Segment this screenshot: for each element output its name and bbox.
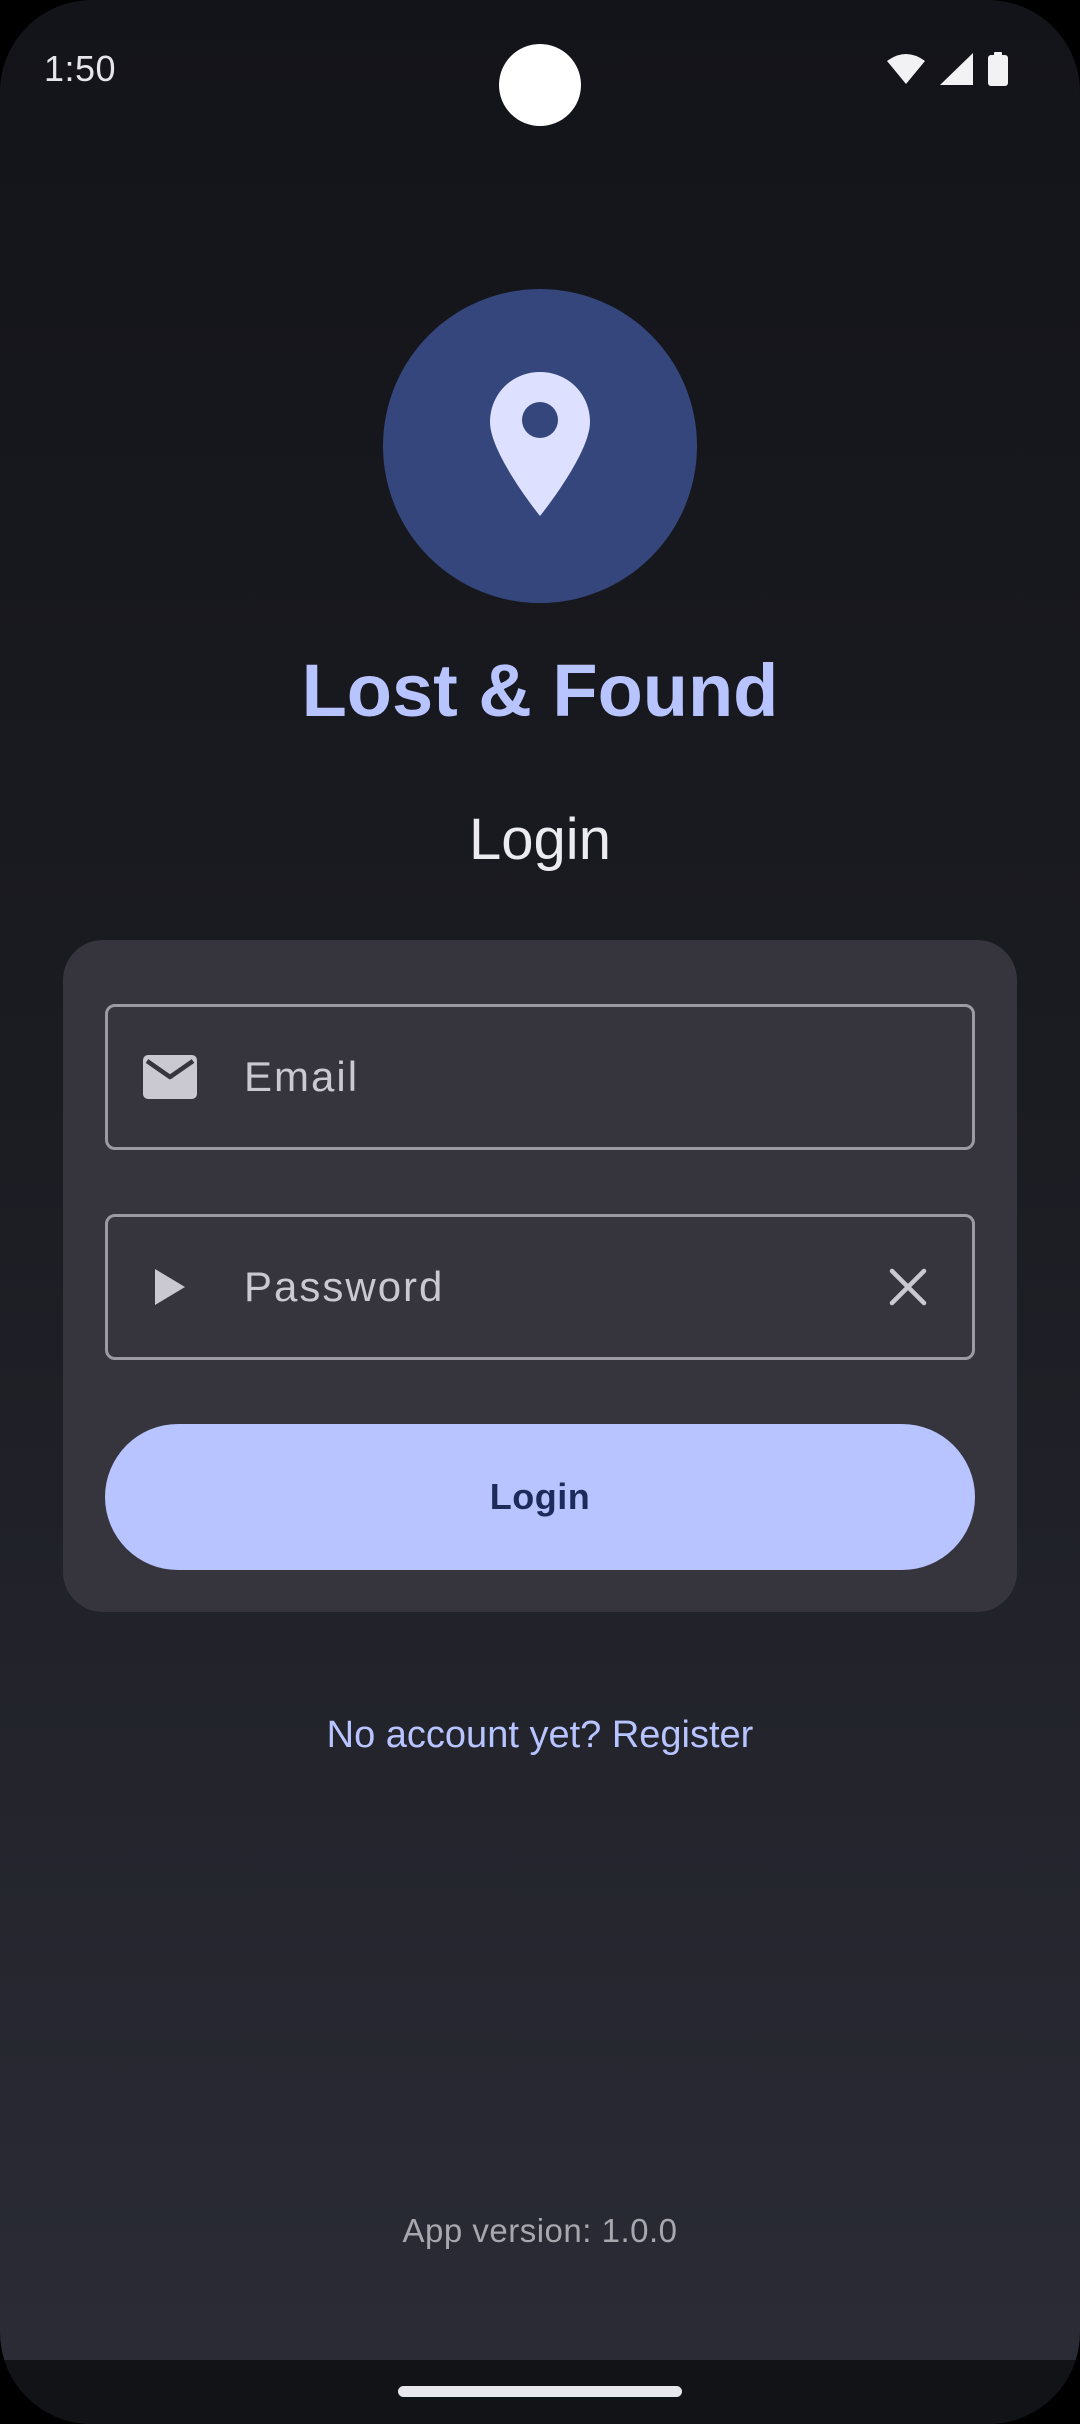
- camera-cutout: [499, 44, 581, 126]
- app-version: App version: 1.0.0: [402, 2212, 678, 2249]
- close-icon[interactable]: [880, 1259, 936, 1315]
- status-icons: [886, 52, 1008, 91]
- password-input[interactable]: [242, 1217, 842, 1357]
- login-card: Login: [63, 940, 1017, 1612]
- app-logo: [383, 289, 697, 603]
- login-button[interactable]: Login: [105, 1424, 975, 1570]
- email-field[interactable]: [105, 1004, 975, 1150]
- email-input[interactable]: [242, 1007, 842, 1147]
- home-handle[interactable]: [398, 2386, 682, 2397]
- register-link[interactable]: No account yet? Register: [0, 1714, 1080, 1757]
- status-time: 1:50: [44, 48, 117, 89]
- navigation-bar: [0, 2360, 1080, 2424]
- location-pin-icon: [490, 371, 590, 521]
- signal-icon: [940, 53, 974, 90]
- password-field[interactable]: [105, 1214, 975, 1360]
- app-title: Lost & Found: [301, 649, 779, 732]
- mail-icon: [142, 1049, 198, 1105]
- phone-screen: 1:50 Lost & Found Login Email Login No a…: [0, 0, 1080, 2424]
- page-title: Login: [469, 807, 611, 872]
- wifi-icon: [886, 53, 926, 90]
- play-icon: [142, 1259, 198, 1315]
- battery-icon: [988, 52, 1008, 91]
